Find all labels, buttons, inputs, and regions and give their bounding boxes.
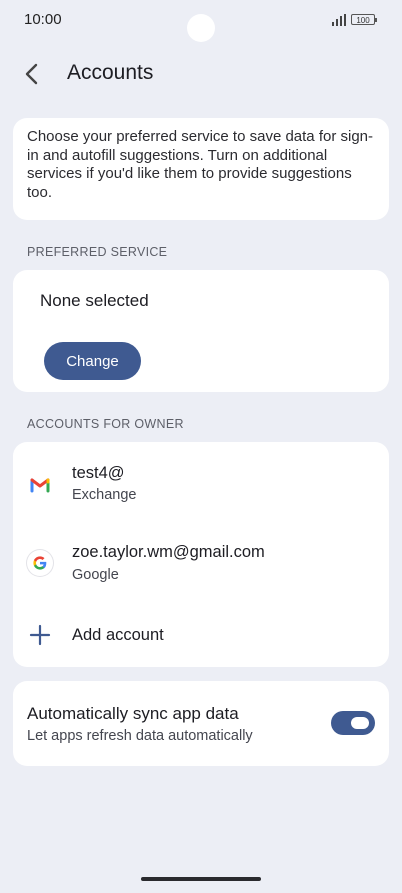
account-name: test4@ bbox=[72, 464, 125, 482]
intro-card: Choose your preferred service to save da… bbox=[13, 118, 389, 220]
accounts-card: test4@ Exchange zoe.taylor.wm@gmail.com … bbox=[13, 442, 389, 667]
battery-icon: 100 bbox=[351, 14, 377, 25]
account-name: zoe.taylor.wm@gmail.com bbox=[72, 543, 265, 561]
page-title: Accounts bbox=[67, 61, 154, 84]
preferred-service-card: None selected Change bbox=[13, 270, 389, 392]
account-item-exchange[interactable]: test4@ Exchange bbox=[13, 456, 389, 516]
app-bar: Accounts bbox=[0, 52, 402, 98]
google-icon bbox=[27, 550, 53, 576]
accounts-section-label: ACCOUNTS FOR OWNER bbox=[27, 417, 184, 431]
sync-title: Automatically sync app data bbox=[27, 704, 239, 723]
account-item-google[interactable]: zoe.taylor.wm@gmail.com Google bbox=[13, 537, 389, 597]
toggle-knob bbox=[351, 717, 369, 729]
sync-subtitle: Let apps refresh data automatically bbox=[27, 728, 253, 744]
account-type: Google bbox=[72, 567, 119, 583]
status-bar: 10:00 100 bbox=[0, 0, 402, 42]
front-camera bbox=[187, 14, 215, 42]
change-button[interactable]: Change bbox=[44, 342, 141, 380]
plus-icon bbox=[29, 624, 51, 646]
status-time: 10:00 bbox=[24, 11, 62, 28]
preferred-service-label: PREFERRED SERVICE bbox=[27, 245, 168, 259]
signal-icon bbox=[332, 14, 346, 26]
add-account-label: Add account bbox=[72, 626, 164, 644]
intro-text: Choose your preferred service to save da… bbox=[27, 128, 374, 201]
add-account-item[interactable]: Add account bbox=[13, 612, 389, 672]
back-arrow-icon[interactable] bbox=[16, 58, 48, 90]
gmail-icon bbox=[30, 478, 50, 493]
preferred-service-value: None selected bbox=[40, 291, 149, 310]
sync-card[interactable]: Automatically sync app data Let apps ref… bbox=[13, 681, 389, 766]
gesture-nav-handle[interactable] bbox=[141, 877, 261, 881]
account-type: Exchange bbox=[72, 487, 137, 503]
sync-toggle[interactable] bbox=[331, 711, 375, 735]
